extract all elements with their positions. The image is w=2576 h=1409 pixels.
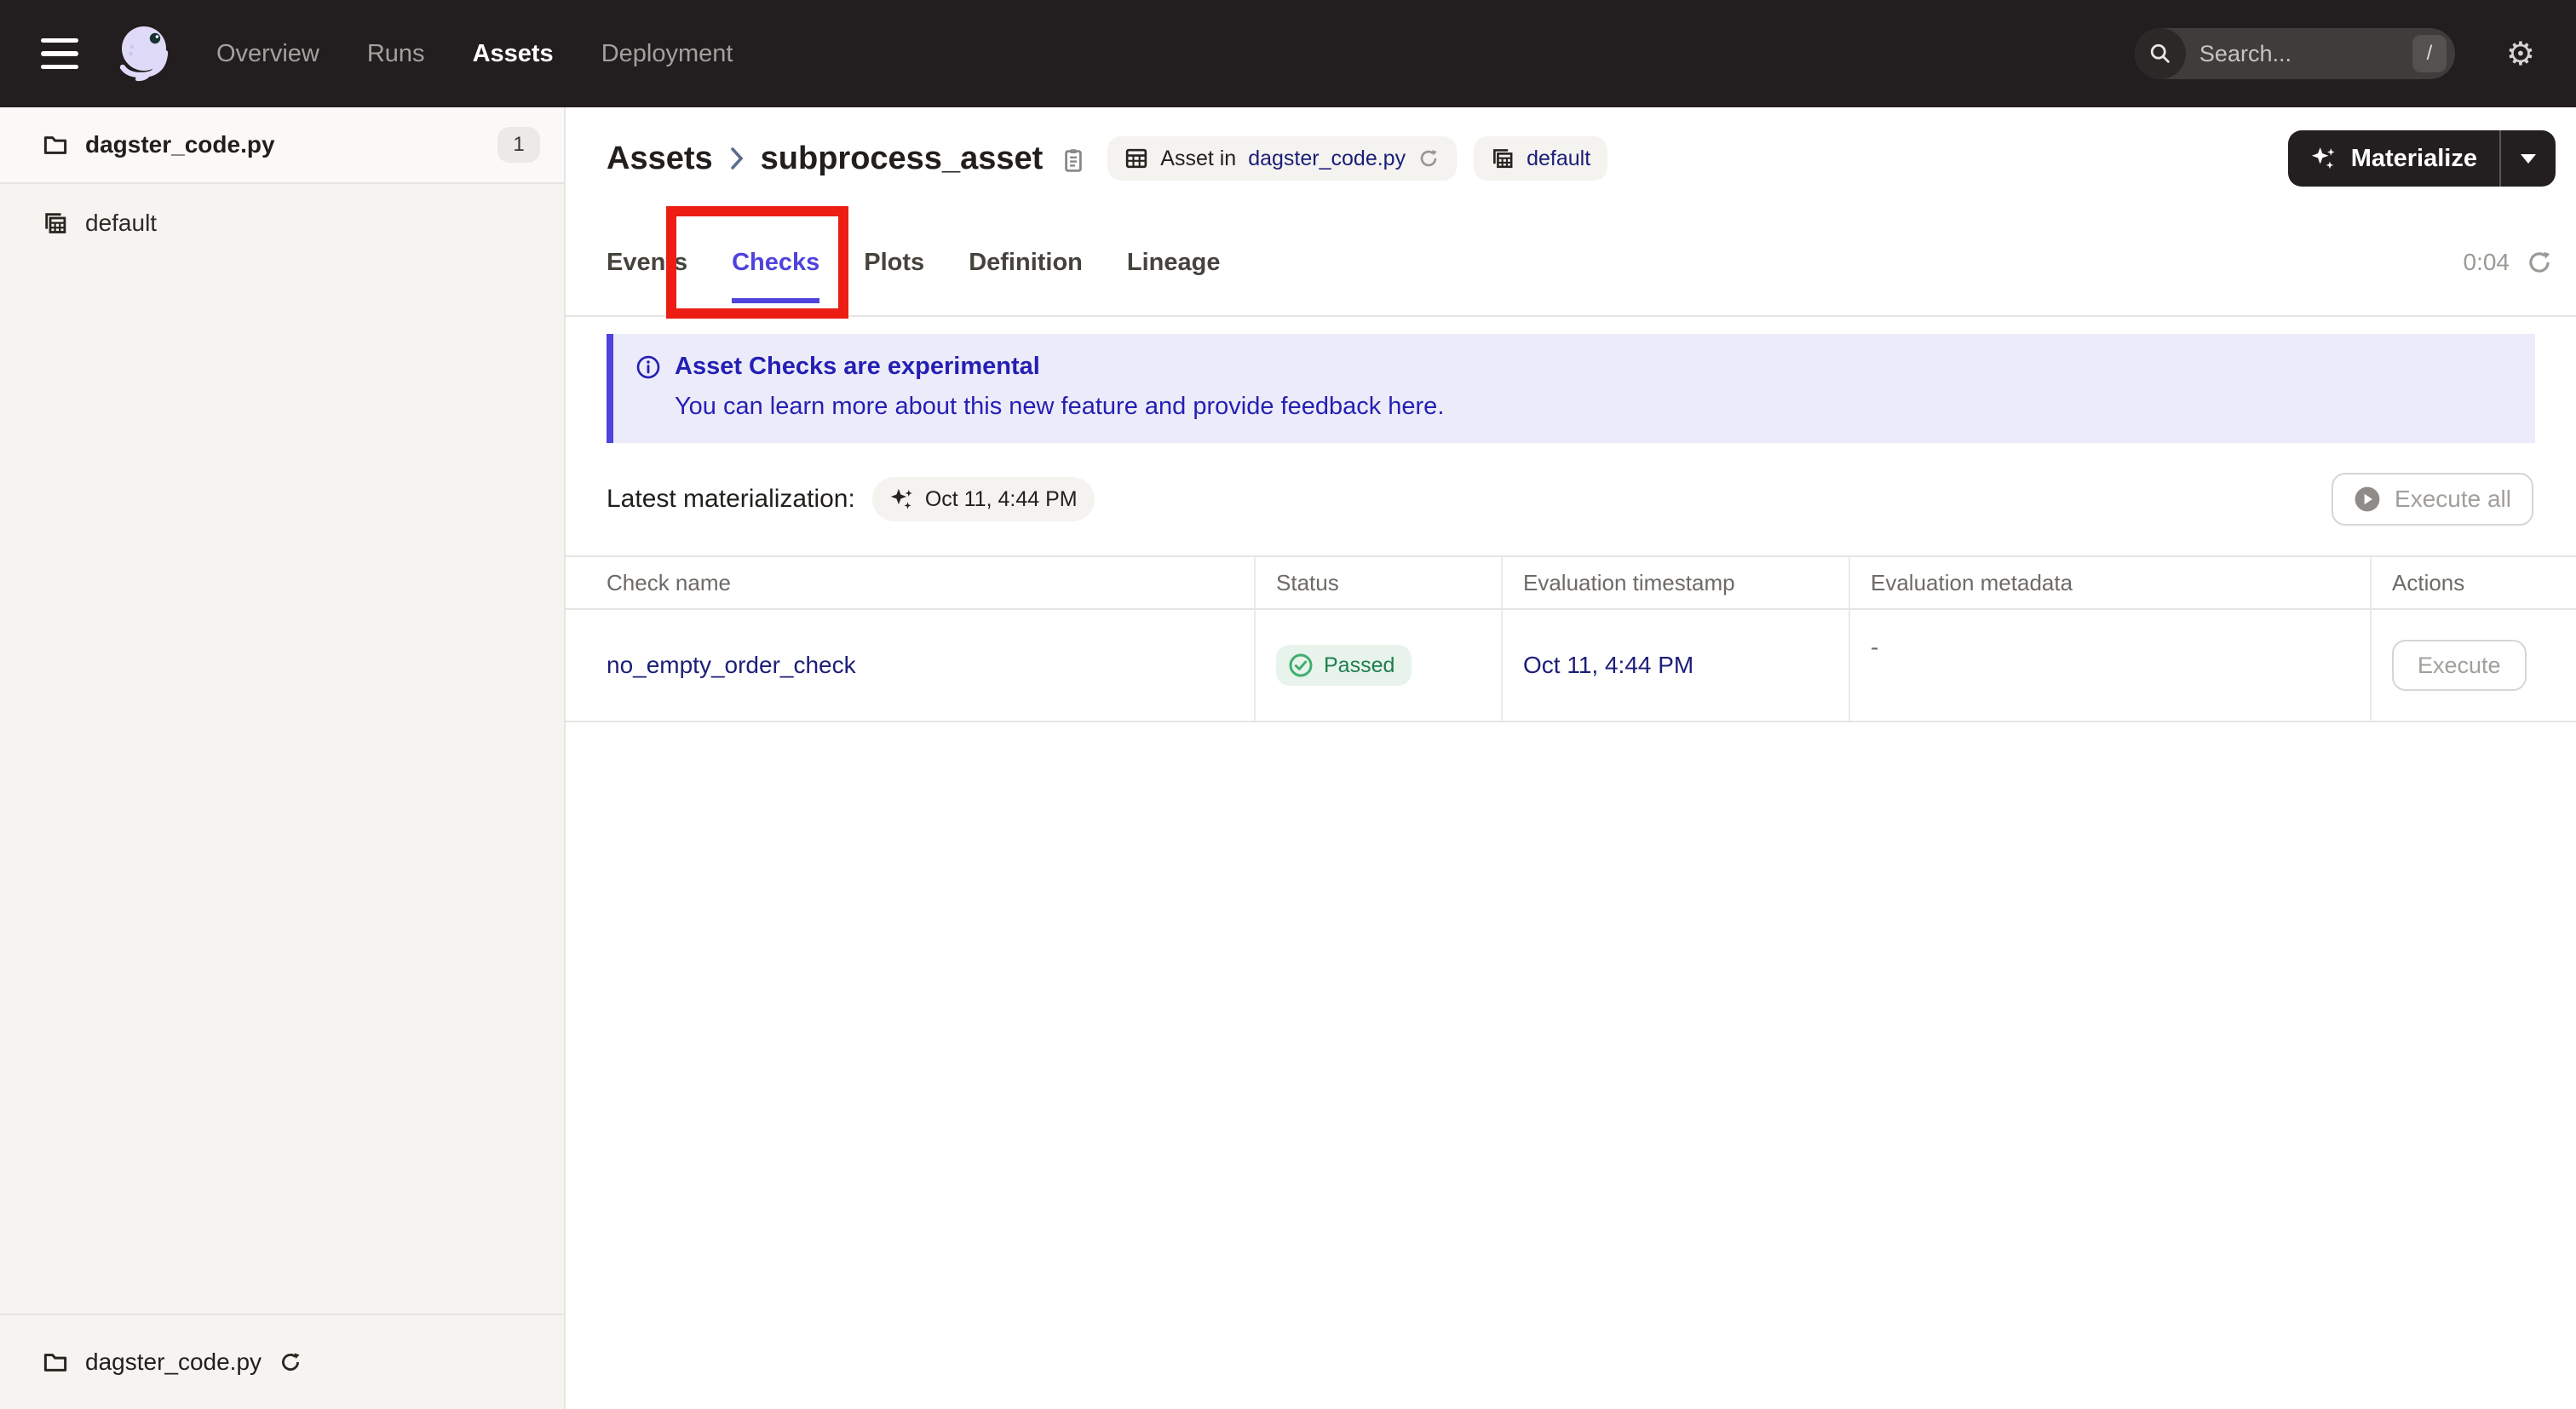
banner-body: You can learn more about this new featur… (675, 393, 1445, 420)
table-row: no_empty_order_check Passed Oct 11, 4:44… (566, 610, 2576, 722)
materialize-split-button: Materialize (2287, 130, 2556, 187)
sidebar-item-label: default (85, 210, 158, 236)
nav-item-deployment[interactable]: Deployment (601, 40, 733, 68)
asset-groups-sidebar: dagster_code.py 1 default dagster_code.p… (0, 107, 566, 1409)
asset-name-title: subprocess_asset (760, 140, 1044, 176)
info-icon (635, 354, 661, 380)
status-label: Passed (1324, 653, 1395, 677)
sidebar-item-default-group[interactable]: default (0, 184, 564, 262)
breadcrumb: Assets subprocess_asset (607, 141, 1043, 177)
refresh-timer: 0:04 (2464, 249, 2553, 276)
execute-button[interactable]: Execute (2392, 640, 2527, 691)
table-header: Check name Status Evaluation timestamp E… (566, 557, 2576, 610)
asset-definition-tag: Asset in dagster_code.py (1107, 136, 1458, 181)
caret-down-icon (2521, 153, 2536, 164)
search-box: / (2134, 28, 2455, 79)
sidebar-code-location[interactable]: dagster_code.py (0, 1314, 564, 1409)
column-header-actions: Actions (2392, 569, 2465, 595)
asset-group-icon (1491, 147, 1515, 170)
banner-title: Asset Checks are experimental (675, 353, 1040, 380)
latest-materialization-row: Latest materialization: Oct 11, 4:44 PM … (566, 470, 2576, 528)
copy-asset-name-icon[interactable] (1060, 147, 1087, 174)
execute-all-button[interactable]: Execute all (2332, 473, 2533, 526)
tab-lineage[interactable]: Lineage (1127, 210, 1221, 315)
refresh-icon[interactable] (1417, 147, 1440, 170)
materialize-label: Materialize (2350, 144, 2477, 172)
sidebar-item-dagster-code[interactable]: dagster_code.py 1 (0, 107, 564, 184)
folder-icon (43, 132, 68, 158)
main-content: Assets subprocess_asset Asset in dagster… (566, 107, 2576, 1409)
status-badge: Passed (1276, 645, 1412, 686)
latest-materialization-pill[interactable]: Oct 11, 4:44 PM (871, 477, 1095, 521)
asset-tag-code-link[interactable]: dagster_code.py (1248, 147, 1406, 171)
primary-nav: Overview Runs Assets Deployment (216, 40, 733, 68)
feedback-link[interactable]: here (1388, 393, 1437, 420)
nav-item-overview[interactable]: Overview (216, 40, 319, 68)
banner-title-row: Asset Checks are experimental (635, 353, 2508, 381)
group-tag-link[interactable]: default (1527, 147, 1590, 171)
settings-gear-icon[interactable]: ⚙ (2506, 37, 2535, 70)
experimental-banner: Asset Checks are experimental You can le… (607, 334, 2535, 443)
play-circle-icon (2354, 486, 2381, 513)
column-header-status: Status (1256, 557, 1503, 608)
sidebar-item-label: dagster_code.py (85, 131, 275, 158)
column-header-evaluation-metadata: Evaluation metadata (1850, 557, 2372, 608)
tab-definition[interactable]: Definition (969, 210, 1083, 315)
breadcrumb-assets-link[interactable]: Assets (607, 141, 713, 177)
tab-checks[interactable]: Checks (732, 210, 819, 315)
nav-item-runs[interactable]: Runs (367, 40, 425, 68)
evaluation-metadata-value: - (1871, 634, 1879, 660)
search-input[interactable] (2185, 40, 2412, 67)
table-grid-icon (1124, 147, 1148, 170)
refresh-countdown: 0:04 (2463, 249, 2510, 275)
asset-tag-prefix: Asset in (1160, 146, 1237, 170)
chevron-right-icon (730, 147, 744, 170)
asset-group-icon (43, 210, 68, 236)
search-shortcut-key: / (2412, 35, 2447, 72)
code-location-label: dagster_code.py (85, 1349, 262, 1375)
sparkle-icon (2310, 145, 2337, 172)
reload-location-icon[interactable] (279, 1350, 302, 1374)
tab-events[interactable]: Events (607, 210, 687, 315)
asset-tabs: Events Checks Plots Definition Lineage 0… (566, 206, 2576, 319)
dagster-logo[interactable] (109, 19, 179, 89)
asset-header: Assets subprocess_asset Asset in dagster… (566, 107, 2576, 210)
checks-table: Check name Status Evaluation timestamp E… (566, 555, 2576, 722)
asset-group-tag: default (1474, 136, 1608, 181)
sparkle-icon (889, 486, 915, 512)
search-icon (2134, 28, 2186, 79)
column-header-evaluation-timestamp: Evaluation timestamp (1503, 557, 1850, 608)
materialize-button[interactable]: Materialize (2288, 130, 2499, 187)
top-nav: Overview Runs Assets Deployment / ⚙ (0, 0, 2576, 107)
materialize-dropdown-button[interactable] (2499, 130, 2556, 187)
check-name-link[interactable]: no_empty_order_check (607, 652, 856, 679)
check-circle-icon (1288, 653, 1314, 678)
tab-plots[interactable]: Plots (864, 210, 924, 315)
evaluation-timestamp-link[interactable]: Oct 11, 4:44 PM (1523, 652, 1693, 679)
latest-materialization-time: Oct 11, 4:44 PM (924, 486, 1078, 511)
group-count-badge: 1 (497, 127, 540, 163)
menu-icon[interactable] (41, 38, 78, 69)
latest-materialization-label: Latest materialization: (607, 485, 855, 513)
nav-item-assets[interactable]: Assets (473, 40, 554, 68)
column-header-check-name: Check name (566, 557, 1256, 608)
refresh-icon[interactable] (2527, 250, 2552, 275)
folder-icon (43, 1349, 68, 1375)
